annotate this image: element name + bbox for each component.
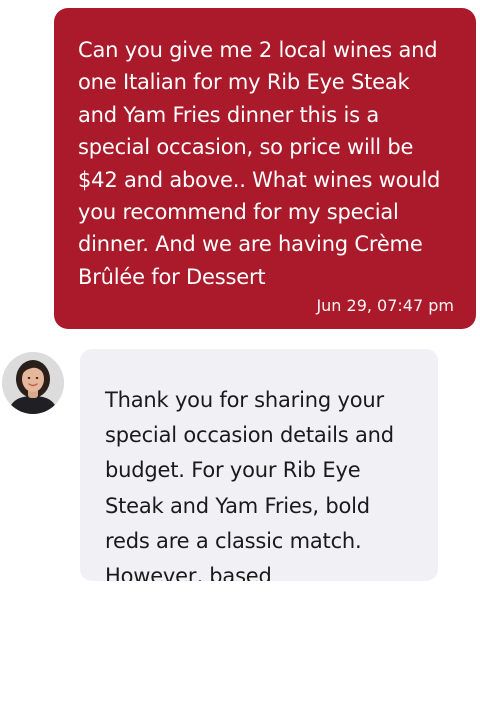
assistant-message-bubble[interactable]: Thank you for sharing your special occas… [80, 349, 438, 581]
chat-thread: Can you give me 2 local wines and one It… [0, 0, 480, 720]
user-message-text: Can you give me 2 local wines and one It… [78, 38, 441, 289]
assistant-message-text: Thank you for sharing your special occas… [105, 388, 394, 581]
user-message-bubble[interactable]: Can you give me 2 local wines and one It… [54, 8, 476, 329]
avatar-portrait-icon [2, 352, 64, 414]
message-timestamp: Jun 29, 07:47 pm [316, 296, 454, 315]
assistant-avatar [2, 352, 64, 414]
